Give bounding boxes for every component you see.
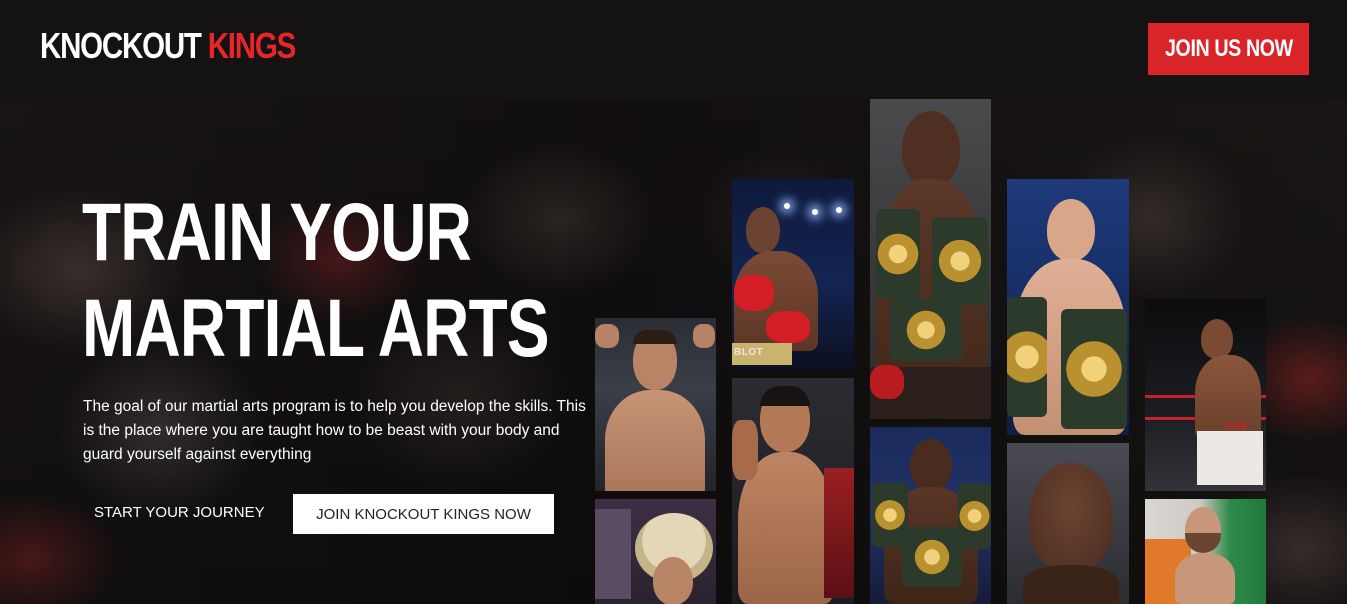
- join-us-now-button[interactable]: JOIN US NOW: [1148, 23, 1309, 75]
- fighter-photo-5: [870, 99, 991, 419]
- hero-title: TRAIN YOUR MARTIAL ARTS: [82, 185, 680, 377]
- fighter-photo-8: [1007, 443, 1129, 604]
- fighter-photo-2: [595, 499, 716, 604]
- fighter-photo-1: [595, 318, 716, 491]
- fighter-photo-9: ONE: [1145, 299, 1266, 491]
- start-your-journey-link[interactable]: START YOUR JOURNEY: [94, 504, 265, 521]
- trunks-logo-text: ONE: [1225, 421, 1249, 432]
- trunks-text: BLOT: [734, 347, 764, 358]
- fighter-photo-3: BLOT: [732, 179, 854, 371]
- fighter-photo-7: [1007, 179, 1129, 435]
- page: KNOCKOUT KINGS JOIN US NOW TRAIN YOUR MA…: [0, 0, 1347, 604]
- hero-description: The goal of our martial arts program is …: [83, 398, 586, 463]
- fighter-photo-4: [732, 378, 854, 604]
- fighter-photo-6: [870, 427, 991, 604]
- hero-title-line-1: TRAIN YOUR: [82, 187, 472, 278]
- join-knockout-kings-button[interactable]: JOIN KNOCKOUT KINGS NOW: [293, 494, 554, 534]
- fighter-photo-10: [1145, 499, 1266, 604]
- logo[interactable]: KNOCKOUT KINGS: [40, 25, 297, 66]
- logo-text-knockout: KNOCKOUT: [40, 25, 202, 66]
- logo-text-kings: KINGS: [207, 25, 297, 66]
- join-us-now-label: JOIN US NOW: [1164, 35, 1293, 62]
- hero-title-line-2: MARTIAL ARTS: [82, 283, 550, 374]
- site-header: KNOCKOUT KINGS JOIN US NOW: [0, 0, 1347, 99]
